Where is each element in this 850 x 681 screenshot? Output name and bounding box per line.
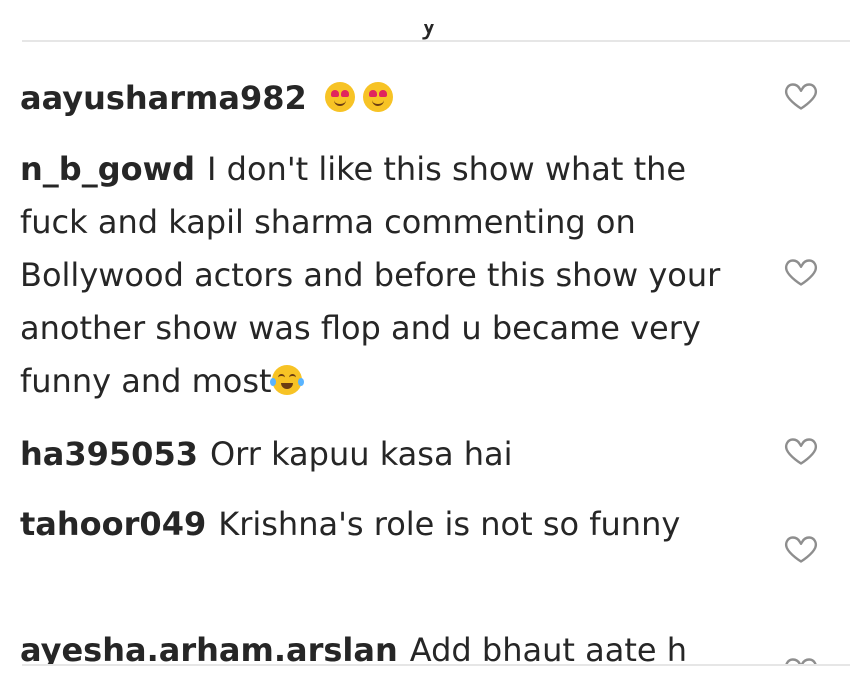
heart-eyes-emoji: [324, 82, 355, 112]
comment-username[interactable]: aayusharma982: [20, 79, 307, 117]
comment-item: ha395053 Orr kapuu kasa hai: [20, 428, 850, 481]
comment-body: Orr kapuu kasa hai: [209, 435, 513, 473]
heart-eyes-emoji: [362, 82, 393, 112]
bottom-divider: [22, 664, 850, 666]
comment-text: ha395053 Orr kapuu kasa hai: [20, 428, 745, 481]
comment-text: ayesha.arham.arslan Add bhaut aate h: [20, 624, 745, 664]
like-button[interactable]: [783, 77, 819, 113]
like-button[interactable]: [783, 652, 819, 664]
comment-username[interactable]: ayesha.arham.arslan: [20, 631, 398, 664]
comment-item: n_b_gowd I don't like this show what the …: [20, 143, 850, 408]
heart-outline-icon: [785, 658, 817, 664]
heart-outline-icon: [784, 536, 818, 563]
heart-outline-icon: [784, 438, 818, 465]
comment-list: aayusharma982 n_b_gowd I don't like this …: [20, 0, 850, 681]
joy-emoji: [269, 365, 304, 395]
comment-username[interactable]: ha395053: [20, 435, 198, 473]
comment-text: tahoor049 Krishna's role is not so funny: [20, 498, 745, 551]
like-button[interactable]: [783, 432, 819, 468]
comment-body: Krishna's role is not so funny: [218, 505, 681, 543]
comment-username[interactable]: n_b_gowd: [20, 150, 195, 188]
comment-text: n_b_gowd I don't like this show what the …: [20, 143, 745, 408]
comment-username[interactable]: tahoor049: [20, 505, 206, 543]
comment-item: aayusharma982: [20, 72, 850, 125]
heart-outline-icon: [784, 259, 818, 286]
heart-outline-icon: [784, 83, 818, 110]
comment-item: tahoor049 Krishna's role is not so funny: [20, 498, 850, 563]
comment-item: ayesha.arham.arslan Add bhaut aate h: [20, 620, 850, 664]
comment-body: Add bhaut aate h: [409, 631, 687, 664]
like-button[interactable]: [783, 530, 819, 566]
like-button[interactable]: [783, 253, 819, 289]
comment-text: aayusharma982: [20, 72, 745, 125]
